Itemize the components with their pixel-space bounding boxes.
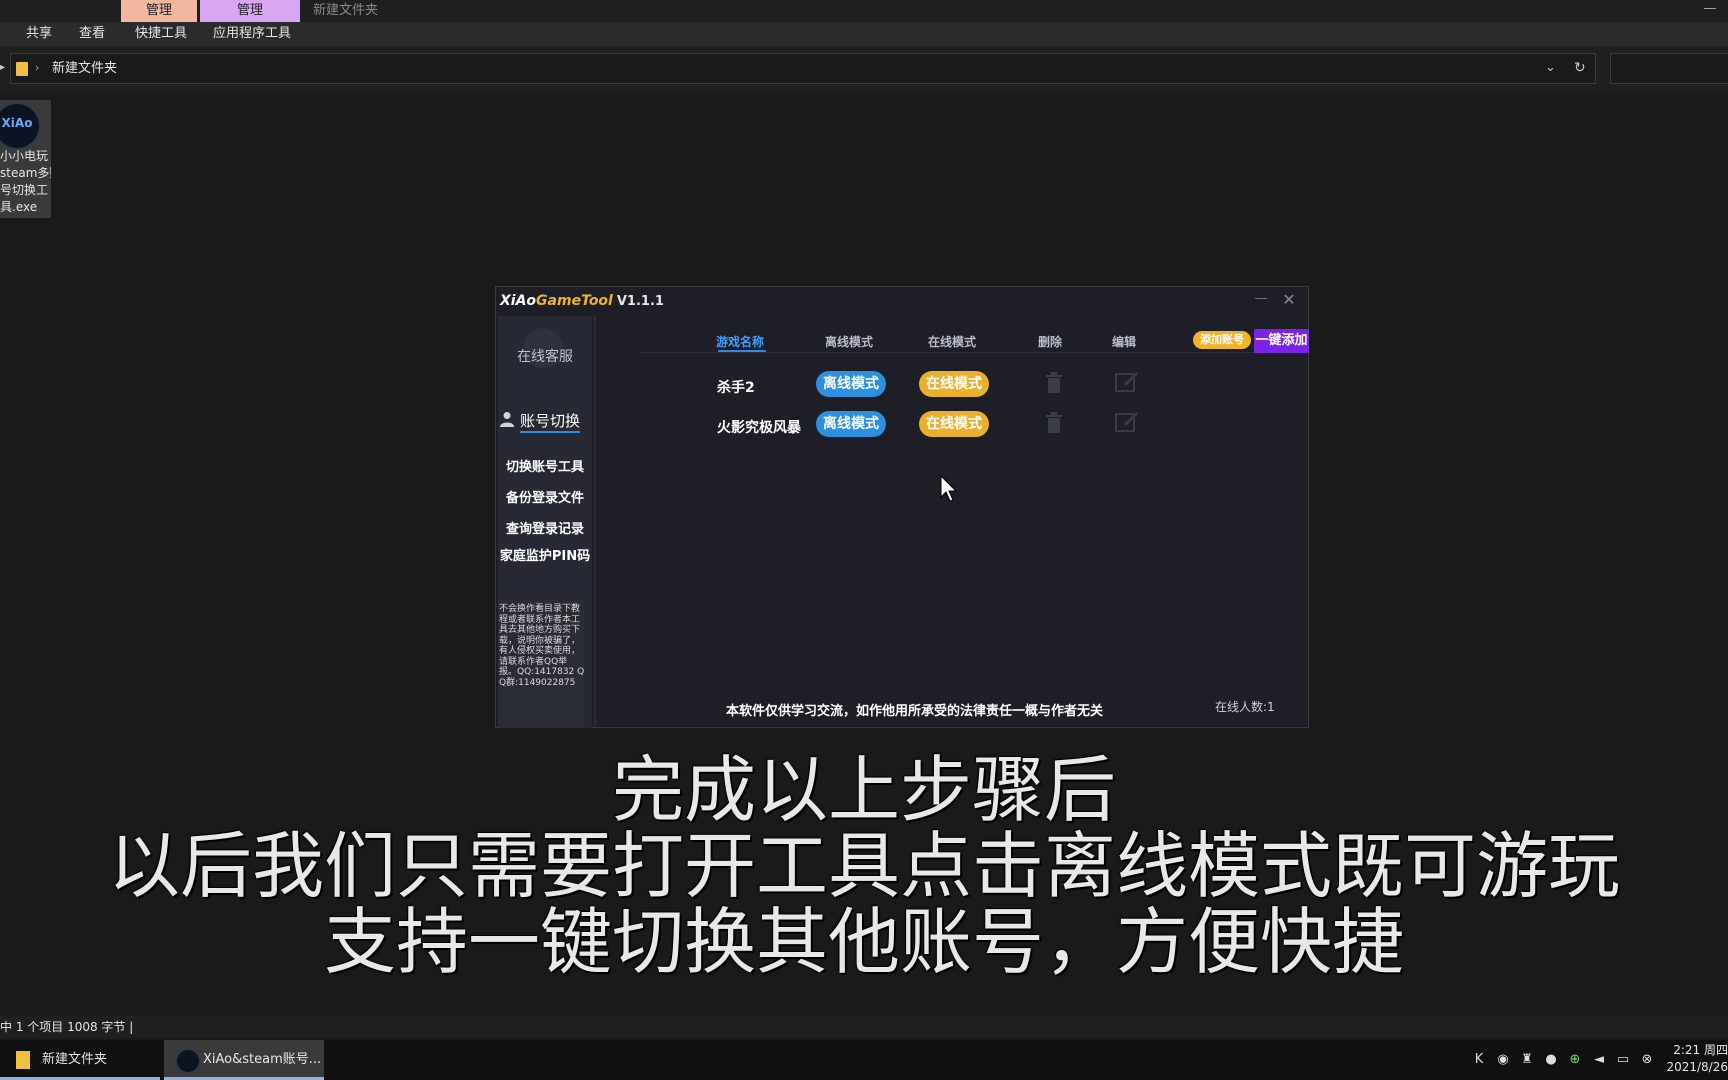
file-item[interactable]: XiAo 小小电玩 steam多账 号切换工 具.exe xyxy=(0,100,51,218)
trash-icon[interactable] xyxy=(1045,412,1063,434)
trash-icon[interactable] xyxy=(1045,372,1063,394)
explorer-window-title: 新建文件夹 xyxy=(313,3,379,18)
chevron-down-icon[interactable]: ⌄ xyxy=(1545,60,1556,75)
subtitle-line-3: 支持一键切换其他账号，方便快捷 xyxy=(323,900,1404,984)
volume-icon[interactable]: ◄ xyxy=(1591,1052,1607,1068)
nav-arrow-icon[interactable]: ▸ xyxy=(0,62,5,73)
clock-date: 2021/8/26 xyxy=(1666,1060,1728,1074)
logo-gametool: GameTool xyxy=(536,293,613,309)
offline-mode-button[interactable]: 离线模式 xyxy=(816,371,886,397)
col-online: 在线模式 xyxy=(928,335,977,349)
taskbar-label-explorer: 新建文件夹 xyxy=(42,1052,108,1067)
app-icon: XiAo xyxy=(0,103,40,149)
monitor-icon[interactable]: ▭ xyxy=(1615,1052,1631,1068)
status-text: 中 1 个项目 1008 字节 | xyxy=(0,1020,134,1034)
folder-icon xyxy=(16,62,28,76)
col-offline: 离线模式 xyxy=(825,335,874,349)
logo-xiao: XiAo xyxy=(500,293,537,309)
sidebar-item-account-switch[interactable]: 账号切换 xyxy=(520,410,580,431)
chevron-right-icon: › xyxy=(35,61,40,74)
mouse-cursor-icon xyxy=(940,475,958,502)
status-bar xyxy=(0,1016,1728,1038)
microphone-icon[interactable]: ● xyxy=(1543,1052,1559,1068)
edit-icon[interactable] xyxy=(1115,370,1139,392)
online-count: 在线人数:1 xyxy=(1215,700,1275,714)
address-path[interactable]: 新建文件夹 xyxy=(52,53,117,84)
minimize-icon[interactable]: — xyxy=(1253,291,1269,309)
minimize-icon[interactable]: — xyxy=(1700,0,1720,22)
tray-game-icon[interactable]: ♜ xyxy=(1519,1052,1535,1068)
address-bar[interactable] xyxy=(10,53,1596,84)
version-label: V1.1.1 xyxy=(616,294,664,309)
gametool-title: XiAoGameTool V1.1.1 xyxy=(500,291,664,311)
tab-manage-drive[interactable]: 管理 xyxy=(121,0,197,22)
steam-icon[interactable]: ◉ xyxy=(1495,1052,1511,1068)
taskbar-label-gametool: XiAo&steam账号... xyxy=(203,1052,322,1067)
app-icon xyxy=(176,1049,200,1073)
search-input[interactable] xyxy=(1610,53,1728,84)
online-support-button[interactable]: 在线客服 xyxy=(498,346,592,366)
one-key-add-button[interactable]: 一键添加 xyxy=(1254,329,1309,353)
col-delete: 删除 xyxy=(1038,335,1063,349)
menu-quick-tools[interactable]: 快捷工具 xyxy=(135,22,187,46)
clock[interactable]: 2:21 周四 2021/8/26 xyxy=(1652,1042,1728,1076)
menu-app-tools[interactable]: 应用程序工具 xyxy=(213,22,291,46)
refresh-icon[interactable]: ↻ xyxy=(1574,60,1586,76)
edit-icon[interactable] xyxy=(1115,410,1139,432)
online-mode-button[interactable]: 在线模式 xyxy=(919,371,989,397)
sidebar-item-backup[interactable]: 备份登录文件 xyxy=(498,487,592,506)
tab-manage-app[interactable]: 管理 xyxy=(200,0,300,22)
col-game-name[interactable]: 游戏名称 xyxy=(716,333,764,350)
header-divider xyxy=(640,352,1260,353)
tray-app-icon[interactable]: K xyxy=(1471,1052,1487,1068)
folder-icon xyxy=(16,1051,30,1069)
subtitle-line-1: 完成以上步骤后 xyxy=(611,748,1116,832)
col-edit: 编辑 xyxy=(1112,335,1137,349)
disclaimer-text: 本软件仅供学习交流，如作他用所承受的法律责任一概与作者无关 xyxy=(726,704,1104,719)
menu-share[interactable]: 共享 xyxy=(26,22,52,46)
online-mode-button[interactable]: 在线模式 xyxy=(919,411,989,437)
close-icon[interactable]: ✕ xyxy=(1280,290,1298,310)
menu-view[interactable]: 查看 xyxy=(79,22,105,46)
sidebar-divider xyxy=(594,316,596,728)
game-name: 火影究极风暴 xyxy=(717,420,801,436)
sidebar-item-family-pin[interactable]: 家庭监护PIN码 xyxy=(498,545,592,564)
clock-time: 2:21 周四 xyxy=(1673,1043,1728,1057)
add-account-button[interactable]: 添加账号 xyxy=(1193,331,1251,349)
app-icon-text: XiAo xyxy=(1,116,33,130)
sidebar-item-switch-tool[interactable]: 切换账号工具 xyxy=(498,456,592,475)
sidebar-item-login-records[interactable]: 查询登录记录 xyxy=(498,518,592,537)
sidebar-note: 不会换作看目录下教程或者联系作者本工具去其他地方购买下载，说明你被骗了，有人侵权… xyxy=(499,604,585,688)
subtitle-line-2: 以后我们只需要打开工具点击离线模式既可游玩 xyxy=(107,824,1620,908)
file-name: 小小电玩 steam多账 号切换工 具.exe xyxy=(0,149,51,214)
game-name: 杀手2 xyxy=(717,380,755,396)
user-icon xyxy=(500,412,514,427)
offline-mode-button[interactable]: 离线模式 xyxy=(816,411,886,437)
active-underline xyxy=(520,431,580,433)
network-plus-icon[interactable]: ⊕ xyxy=(1567,1052,1583,1068)
